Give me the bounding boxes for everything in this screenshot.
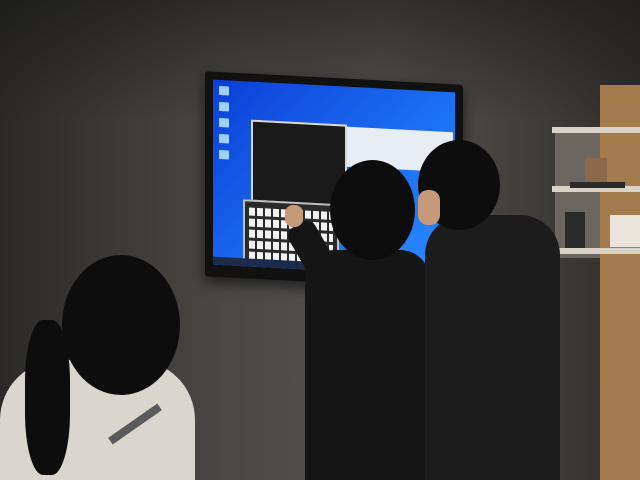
desktop-icon [219,133,229,144]
shelf-device [565,212,585,248]
shelf-white-box [610,215,640,247]
desktop-icon [219,101,229,112]
desktop-icon [219,85,229,96]
shelf-board-bottom [552,248,640,254]
wooden-shelf-column [600,85,640,480]
desktop-icon [219,117,229,128]
person-right-puffer-jacket [425,215,560,480]
person-left-head [62,255,180,395]
desktop-icon [219,149,229,160]
shelf-book [570,182,625,188]
person-middle-hand [285,205,303,227]
photo-scene [0,0,640,480]
shelf-board-top [552,127,640,133]
person-right-face [418,190,440,225]
person-middle-head [330,160,415,260]
person-left-ponytail [25,320,70,475]
